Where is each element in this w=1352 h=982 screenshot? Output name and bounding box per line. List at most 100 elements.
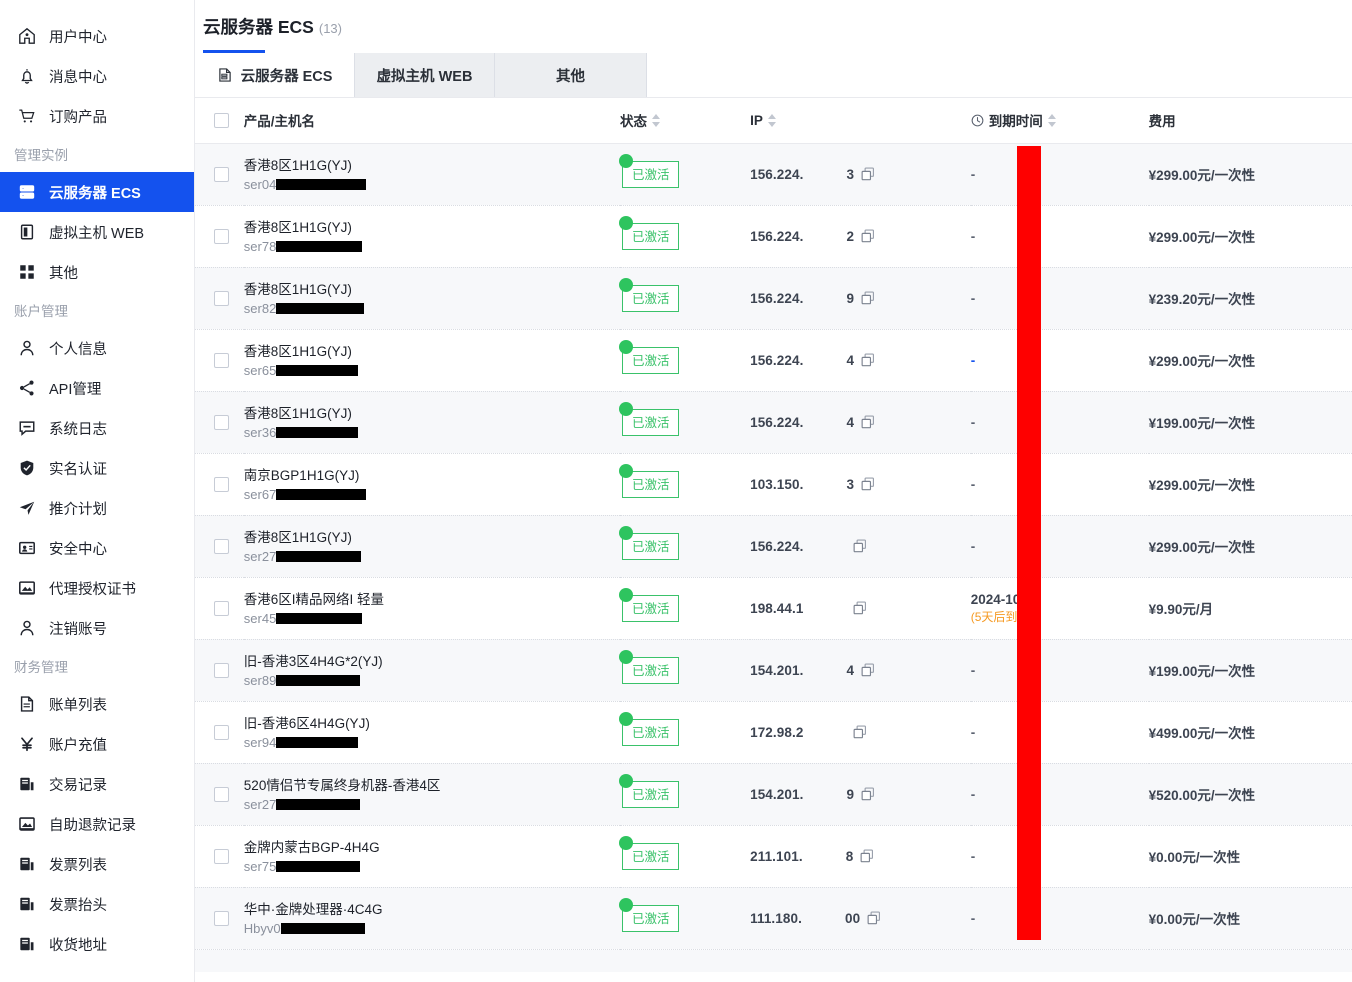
- sidebar-item-user-icon[interactable]: 注销账号: [0, 608, 194, 648]
- product-name[interactable]: 香港8区1H1G(YJ): [244, 405, 620, 422]
- sort-icon[interactable]: [767, 113, 776, 127]
- copy-icon[interactable]: [861, 353, 875, 367]
- table-row[interactable]: 香港8区1H1G(YJ) ser27 已激活 156.224. - ¥299.00元/一次…: [195, 515, 1352, 578]
- copy-icon[interactable]: [861, 477, 875, 491]
- row-checkbox[interactable]: [214, 910, 229, 926]
- row-checkbox[interactable]: [214, 290, 229, 306]
- sidebar-item-bell-icon[interactable]: 消息中心: [0, 56, 194, 96]
- product-name[interactable]: 南京BGP1H1G(YJ): [244, 467, 620, 484]
- copy-icon[interactable]: [867, 911, 881, 925]
- row-checkbox[interactable]: [214, 724, 229, 740]
- status-cell: 已激活: [618, 143, 751, 206]
- copy-icon[interactable]: [861, 663, 875, 677]
- copy-icon[interactable]: [853, 539, 867, 553]
- sidebar-item-cart-icon[interactable]: 订购产品: [0, 96, 194, 136]
- table-row[interactable]: 旧-香港6区4H4G(YJ) ser94 已激活 172.98.2 - ¥499.00元/…: [195, 701, 1352, 764]
- ip-cell: 198.44.1: [750, 577, 971, 640]
- copy-icon[interactable]: [860, 849, 874, 863]
- row-checkbox[interactable]: [214, 228, 229, 244]
- fee-cell: ¥299.00元/一次性: [1148, 453, 1352, 516]
- sidebar-item-certificate-icon[interactable]: 代理授权证书: [0, 568, 194, 608]
- table-body: 香港8区1H1G(YJ) ser04 已激活 156.224. 3- ¥299.00元/一…: [195, 143, 1352, 950]
- sidebar-item-ledger-icon[interactable]: 发票列表: [0, 844, 194, 884]
- status-dot-icon: [618, 277, 633, 292]
- product-name[interactable]: 旧-香港3区4H4G*2(YJ): [244, 653, 620, 670]
- sidebar-item-server-icon[interactable]: 云服务器 ECS: [0, 172, 194, 212]
- sidebar-item-label: 自助退款记录: [49, 817, 136, 834]
- row-checkbox[interactable]: [214, 166, 229, 182]
- product-name[interactable]: 香港6区I精品网络I 轻量: [244, 591, 620, 608]
- product-name[interactable]: 香港8区1H1G(YJ): [244, 157, 620, 174]
- row-checkbox[interactable]: [214, 538, 229, 554]
- column-header-expiry[interactable]: 到期时间: [970, 98, 1149, 144]
- sidebar-item-label: 虚拟主机 WEB: [49, 225, 145, 242]
- sidebar-item-home-icon[interactable]: 用户中心: [0, 16, 194, 56]
- sidebar-item-ledger-icon[interactable]: 收货地址: [0, 924, 194, 964]
- table-row[interactable]: 520情侣节专属终身机器-香港4区 ser27 已激活 154.201. 9 - ¥520.…: [195, 763, 1352, 826]
- copy-icon[interactable]: [861, 229, 875, 243]
- sidebar-item-id-card-icon[interactable]: 安全中心: [0, 528, 194, 568]
- product-name[interactable]: 香港8区1H1G(YJ): [244, 343, 620, 360]
- product-name[interactable]: 520情侣节专属终身机器-香港4区: [244, 777, 620, 794]
- table-row[interactable]: 香港8区1H1G(YJ) ser04 已激活 156.224. 3 - ¥299.00元/一…: [195, 143, 1352, 206]
- hostname-prefix: ser04: [243, 176, 277, 192]
- row-checkbox[interactable]: [214, 414, 229, 430]
- row-checkbox[interactable]: [214, 352, 229, 368]
- column-header-ip[interactable]: IP: [750, 98, 971, 144]
- table-row[interactable]: 香港8区1H1G(YJ) ser78 已激活 156.224. 2 - ¥299.00元/一…: [195, 205, 1352, 268]
- table-row[interactable]: 华中·金牌处理器·4C4G Hbyv0 已激活 111.180. 00 - ¥0.00元/一…: [195, 887, 1352, 950]
- table-row[interactable]: 南京BGP1H1G(YJ) ser67 已激活 103.150. 3 - ¥299.00元/…: [195, 453, 1352, 516]
- sidebar-item-share-icon[interactable]: API管理: [0, 368, 194, 408]
- sort-icon[interactable]: [651, 113, 660, 127]
- sidebar-item-ledger-icon[interactable]: 交易记录: [0, 764, 194, 804]
- column-header-status[interactable]: 状态: [619, 98, 751, 144]
- table-row[interactable]: 旧-香港3区4H4G*2(YJ) ser89 已激活 154.201. 4 - ¥199.0…: [195, 639, 1352, 702]
- sidebar-item-yuan-icon[interactable]: 账户充值: [0, 724, 194, 764]
- sidebar-item-document-icon[interactable]: 账单列表: [0, 684, 194, 724]
- copy-icon[interactable]: [861, 787, 875, 801]
- sidebar-item-web-host-icon[interactable]: 虚拟主机 WEB: [0, 212, 194, 252]
- sidebar-item-send-icon[interactable]: 推介计划: [0, 488, 194, 528]
- ip-cell: 156.224. 4: [750, 391, 971, 454]
- copy-icon[interactable]: [853, 725, 867, 739]
- sort-icon[interactable]: [1047, 113, 1056, 127]
- product-name[interactable]: 香港8区1H1G(YJ): [244, 281, 620, 298]
- sidebar-item-label: 订购产品: [49, 109, 107, 126]
- sidebar-item-ledger-icon[interactable]: 发票抬头: [0, 884, 194, 924]
- copy-icon[interactable]: [861, 415, 875, 429]
- sidebar-item-message-icon[interactable]: 系统日志: [0, 408, 194, 448]
- row-checkbox[interactable]: [214, 476, 229, 492]
- tab-ecs[interactable]: 云服务器 ECS: [195, 53, 355, 97]
- row-checkbox[interactable]: [214, 600, 229, 616]
- row-checkbox[interactable]: [214, 848, 229, 864]
- select-all-checkbox[interactable]: [214, 112, 229, 128]
- sidebar-item-user-icon[interactable]: 个人信息: [0, 328, 194, 368]
- ip-cell: 156.224.: [750, 515, 971, 578]
- product-name[interactable]: 旧-香港6区4H4G(YJ): [244, 715, 620, 732]
- table-row[interactable]: 香港6区I精品网络I 轻量 ser45 已激活 198.44.1 2024-10-04 (…: [195, 577, 1352, 640]
- table-row[interactable]: 香港8区1H1G(YJ) ser82 已激活 156.224. 9 - ¥239.20元/一…: [195, 267, 1352, 330]
- copy-icon[interactable]: [861, 167, 875, 181]
- tab-web[interactable]: 虚拟主机 WEB: [355, 53, 495, 97]
- ip-cell: 156.224. 4: [750, 329, 971, 392]
- cart-icon: [18, 107, 36, 125]
- sidebar-item-refund-icon[interactable]: 自助退款记录: [0, 804, 194, 844]
- product-name[interactable]: 华中·金牌处理器·4C4G: [244, 901, 620, 918]
- row-checkbox[interactable]: [214, 786, 229, 802]
- row-checkbox[interactable]: [214, 662, 229, 678]
- table-row[interactable]: 金牌内蒙古BGP-4H4G ser75 已激活 211.101. 8 - ¥0.00元/一次…: [195, 825, 1352, 888]
- redaction-bar: [1017, 146, 1041, 940]
- fee-value: ¥199.00元/一次性: [1148, 416, 1256, 431]
- product-name[interactable]: 香港8区1H1G(YJ): [244, 219, 620, 236]
- tab-other[interactable]: 其他: [495, 53, 647, 97]
- hostname-row: ser36: [244, 425, 620, 440]
- table-row[interactable]: 香港8区1H1G(YJ) ser65 已激活 156.224. 4 - ¥299.00元/一…: [195, 329, 1352, 392]
- copy-icon[interactable]: [861, 291, 875, 305]
- product-name[interactable]: 香港8区1H1G(YJ): [244, 529, 620, 546]
- product-name[interactable]: 金牌内蒙古BGP-4H4G: [244, 839, 620, 856]
- status-dot-icon: [618, 649, 633, 664]
- sidebar-item-shield-icon[interactable]: 实名认证: [0, 448, 194, 488]
- copy-icon[interactable]: [853, 601, 867, 615]
- sidebar-item-grid-icon[interactable]: 其他: [0, 252, 194, 292]
- table-row[interactable]: 香港8区1H1G(YJ) ser36 已激活 156.224. 4 - ¥199.00元/一…: [195, 391, 1352, 454]
